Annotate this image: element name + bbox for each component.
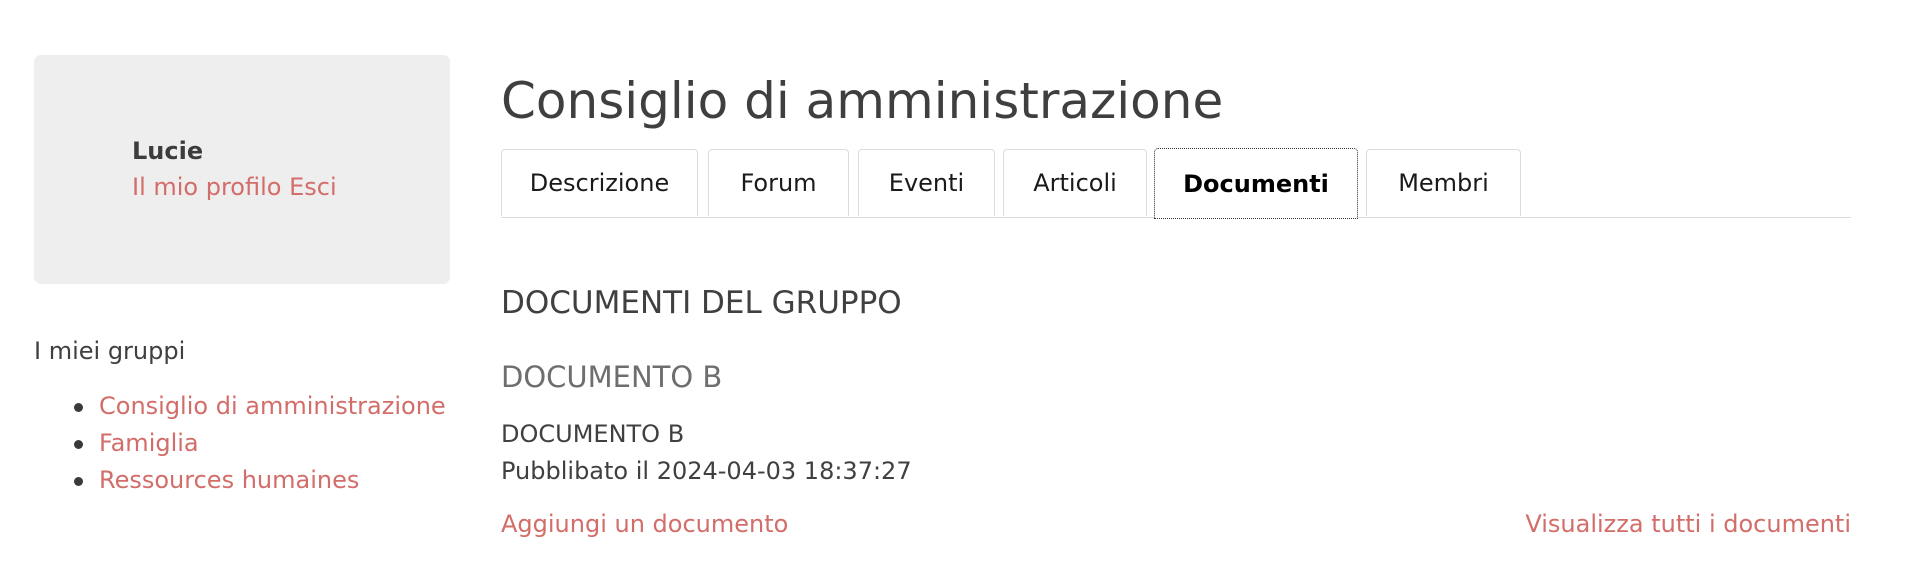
group-link-ressources-humaines[interactable]: Ressources humaines [99,466,359,494]
tab-articoli[interactable]: Articoli [1003,149,1147,216]
tab-forum[interactable]: Forum [708,149,849,216]
bullet-icon [74,440,83,449]
my-groups-heading: I miei gruppi [34,337,186,365]
add-document-link[interactable]: Aggiungi un documento [501,508,788,540]
view-all-documents-link[interactable]: Visualizza tutti i documenti [1525,508,1851,540]
section-title: DOCUMENTI DEL GRUPPO [501,285,902,321]
tab-eventi[interactable]: Eventi [858,149,995,216]
document-title: DOCUMENTO B [501,360,723,394]
page: Lucie Il mio profilo Esci I miei gruppi … [0,0,1926,573]
my-profile-link[interactable]: Il mio profilo [132,173,281,201]
bullet-icon [74,403,83,412]
document-name: DOCUMENTO B [501,420,685,448]
user-name: Lucie [132,137,204,165]
my-groups-list: Consiglio di amministrazione Famiglia Re… [34,388,446,499]
document-published-date: Pubblibato il 2024-04-03 18:37:27 [501,457,912,485]
tab-documenti[interactable]: Documenti [1154,148,1358,219]
bullet-icon [74,477,83,486]
group-item-ressources-humaines: Ressources humaines [34,462,446,499]
user-profile-box: Lucie Il mio profilo Esci [34,55,450,284]
group-tabs: Descrizione Forum Eventi Articoli Docume… [501,148,1851,219]
group-item-consiglio: Consiglio di amministrazione [34,388,446,425]
group-item-famiglia: Famiglia [34,425,446,462]
page-title: Consiglio di amministrazione [501,72,1224,130]
tab-membri[interactable]: Membri [1366,149,1521,216]
tab-descrizione[interactable]: Descrizione [501,149,698,216]
group-link-consiglio[interactable]: Consiglio di amministrazione [99,392,446,420]
logout-link[interactable]: Esci [289,173,337,201]
group-link-famiglia[interactable]: Famiglia [99,429,199,457]
profile-links: Il mio profilo Esci [132,171,337,203]
